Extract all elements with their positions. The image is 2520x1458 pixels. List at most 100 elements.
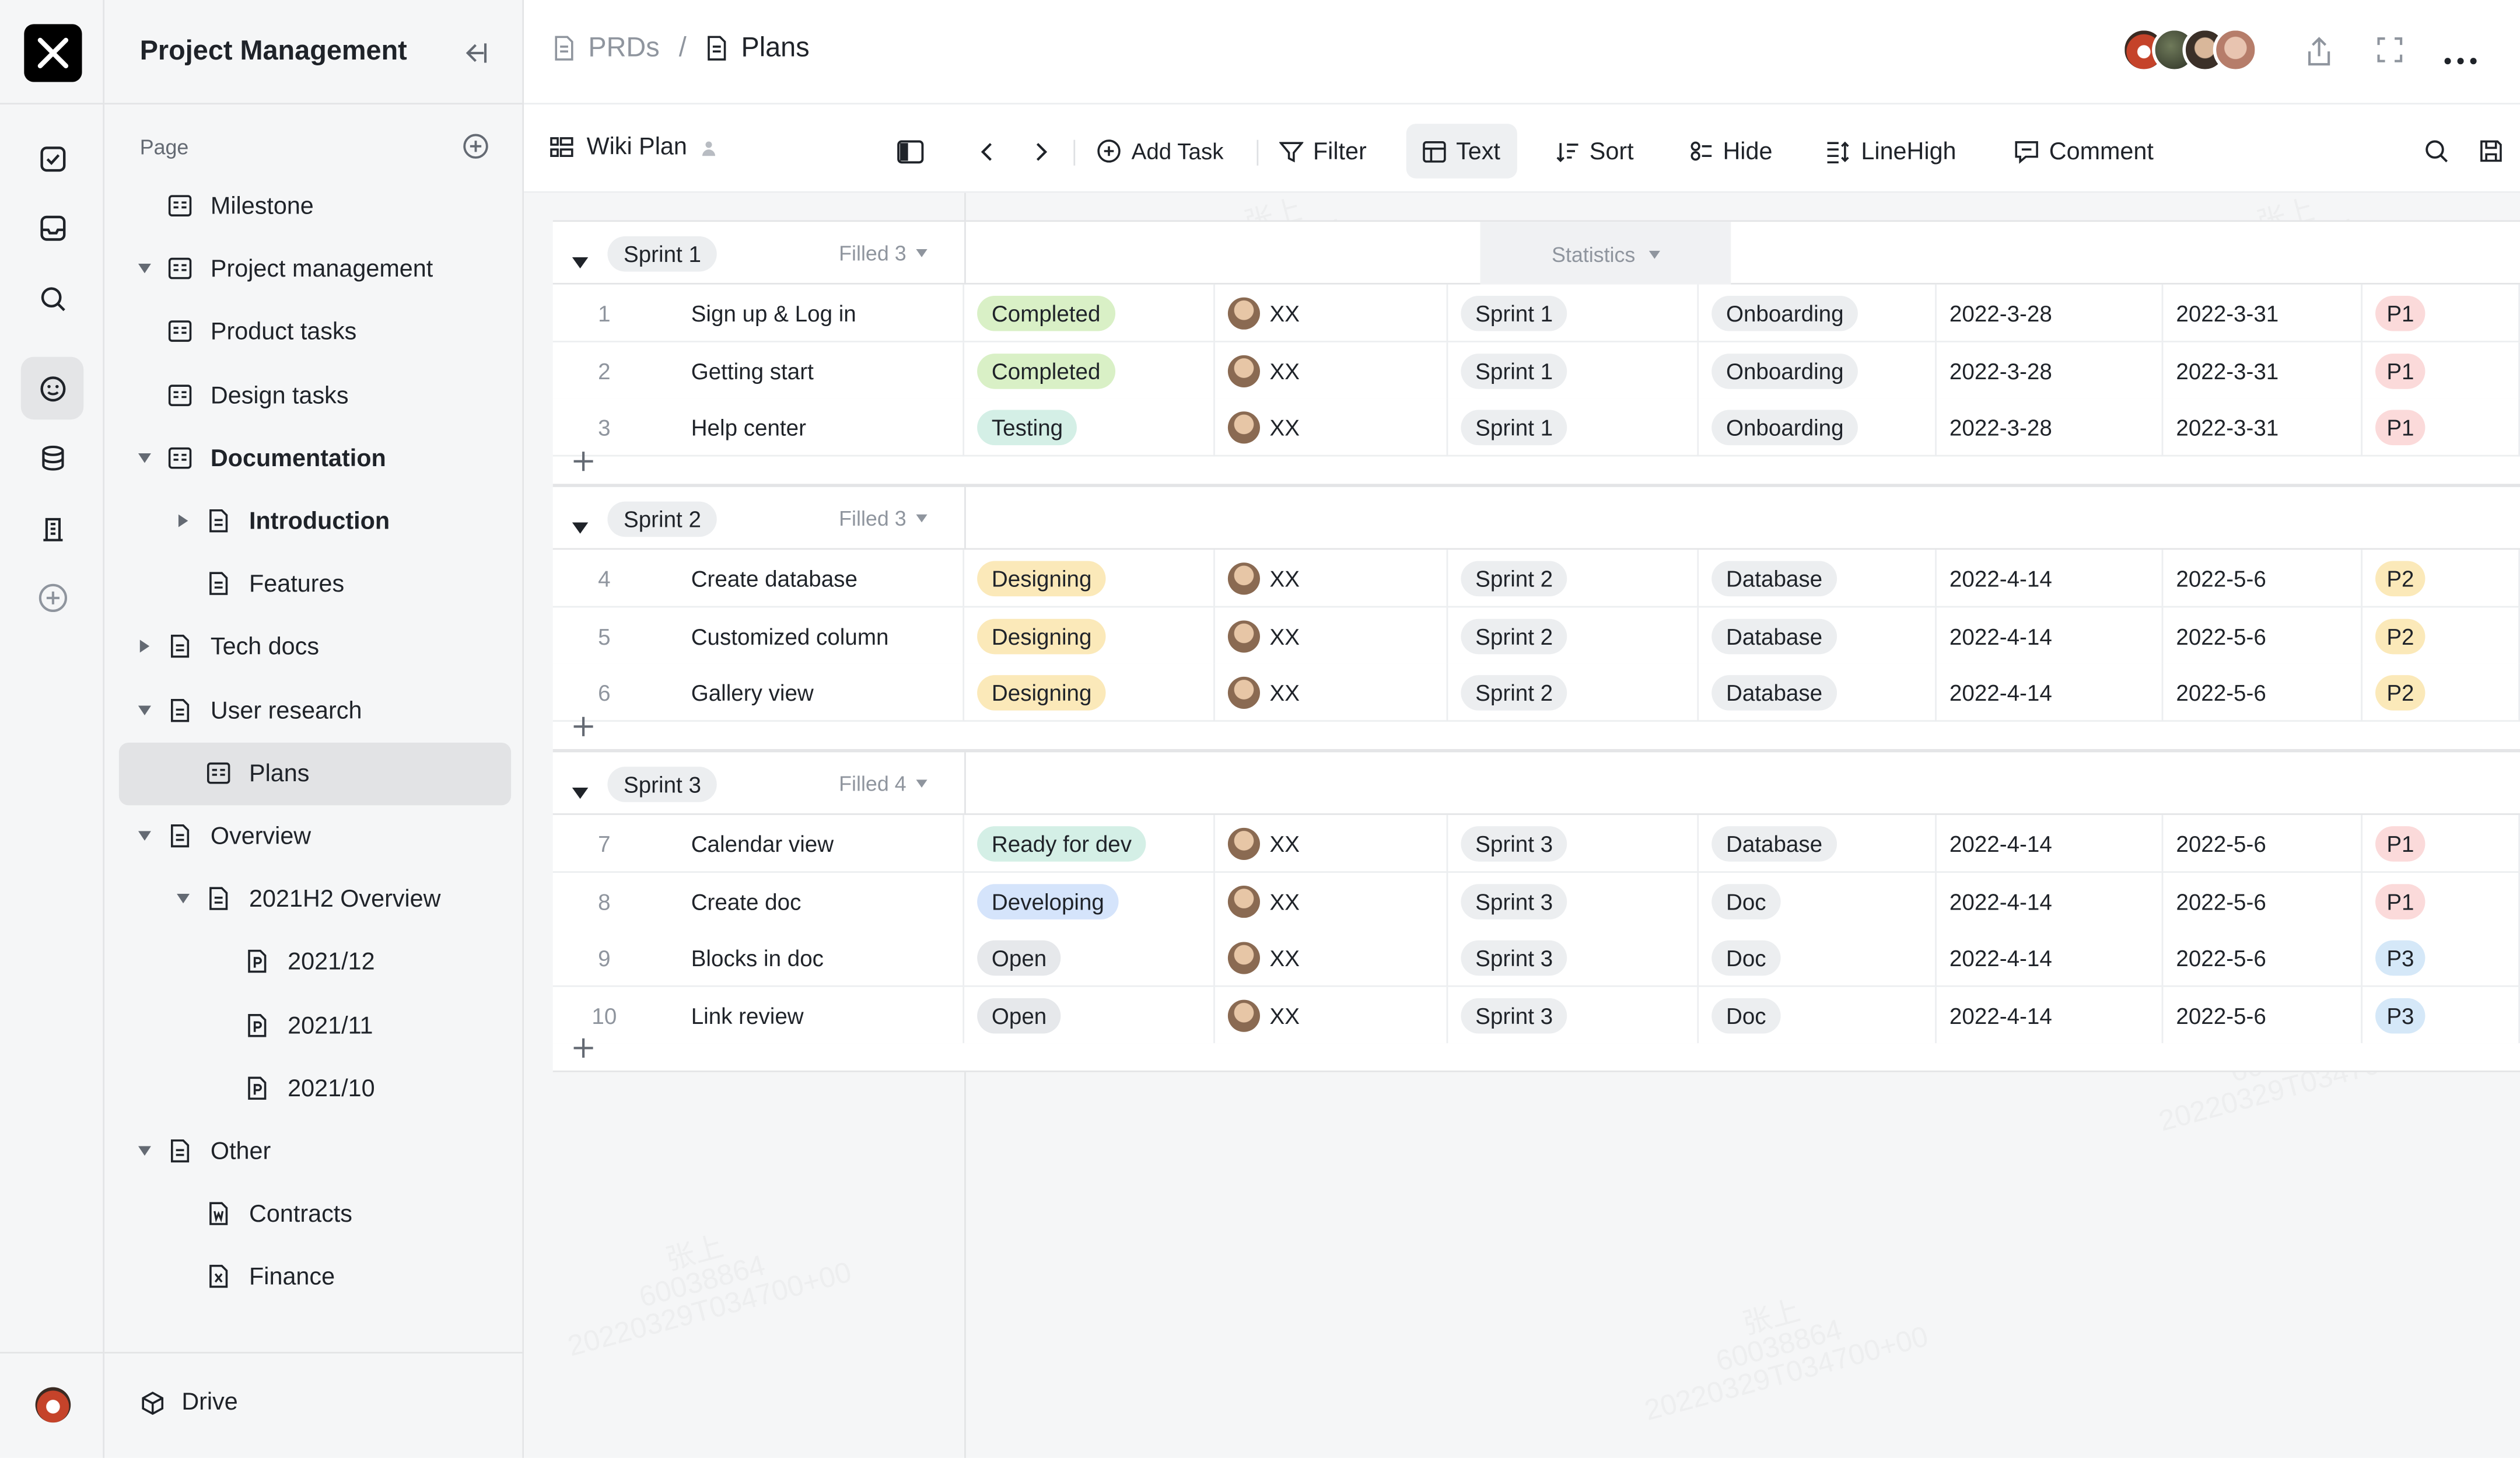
caret-right-icon[interactable] bbox=[138, 640, 151, 653]
caret-down-icon[interactable] bbox=[572, 513, 589, 542]
cell-module[interactable]: Onboarding bbox=[1699, 341, 1937, 400]
caret-down-icon[interactable] bbox=[138, 704, 151, 716]
cell-module[interactable]: Onboarding bbox=[1699, 398, 1937, 457]
cell-num[interactable]: 2 bbox=[553, 342, 656, 400]
sidebar-item-design-tasks[interactable]: Design tasks bbox=[119, 364, 511, 426]
cell-priority[interactable]: P1 bbox=[2362, 341, 2520, 400]
cell-module[interactable]: Doc bbox=[1699, 987, 1937, 1045]
sidebar-item-2021-11[interactable]: 2021/11 bbox=[119, 994, 511, 1057]
cell-sprint[interactable]: Sprint 3 bbox=[1448, 872, 1699, 931]
chevron-right-icon[interactable] bbox=[1019, 124, 1064, 179]
cell-owner[interactable]: XX bbox=[1215, 341, 1448, 400]
cell-status[interactable]: Completed bbox=[964, 341, 1215, 400]
smile-icon[interactable] bbox=[20, 356, 84, 420]
cell-status[interactable]: Open bbox=[964, 929, 1215, 988]
cell-end[interactable]: 2022-5-6 bbox=[2163, 550, 2362, 608]
add-page-icon[interactable] bbox=[461, 132, 491, 169]
cell-owner[interactable]: XX bbox=[1215, 929, 1448, 988]
text-button[interactable]: Text bbox=[1406, 124, 1517, 179]
cell-title[interactable]: Create doc bbox=[656, 872, 965, 931]
sidebar-item-2021-12[interactable]: 2021/12 bbox=[119, 931, 511, 994]
more-icon[interactable] bbox=[2443, 45, 2479, 74]
inbox-icon[interactable] bbox=[21, 196, 83, 258]
cell-title[interactable]: Help center bbox=[656, 398, 965, 457]
sidebar-item-tech-docs[interactable]: Tech docs bbox=[119, 616, 511, 679]
add-row[interactable] bbox=[552, 1039, 2520, 1073]
chevron-left-icon[interactable] bbox=[964, 124, 1009, 179]
filled-count[interactable]: Filled 3 bbox=[839, 506, 928, 530]
sidebar-item-finance[interactable]: Finance bbox=[119, 1246, 511, 1309]
caret-down-icon[interactable] bbox=[177, 893, 190, 905]
cell-num[interactable]: 9 bbox=[553, 929, 656, 987]
cell-end[interactable]: 2022-5-6 bbox=[2163, 664, 2362, 722]
cell-owner[interactable]: XX bbox=[1215, 607, 1448, 665]
cell-start[interactable]: 2022-3-28 bbox=[1937, 398, 2164, 457]
cell-sprint[interactable]: Sprint 2 bbox=[1448, 664, 1699, 722]
cell-title[interactable]: Calendar view bbox=[656, 814, 965, 873]
filled-count[interactable]: Filled 4 bbox=[839, 771, 928, 796]
table-row[interactable]: 2 Getting start Completed XX Sprint 1 Onboard… bbox=[552, 341, 2520, 400]
cell-title[interactable]: Link review bbox=[656, 987, 965, 1045]
cell-title[interactable]: Gallery view bbox=[656, 664, 965, 722]
cell-priority[interactable]: P2 bbox=[2362, 550, 2520, 608]
cell-status[interactable]: Completed bbox=[964, 284, 1215, 342]
fullscreen-icon[interactable] bbox=[2375, 36, 2404, 72]
sidebar-item-user-research[interactable]: User research bbox=[119, 679, 511, 742]
table-row[interactable]: 1 Sign up & Log in Completed XX Sprint 1 Onbo… bbox=[552, 284, 2520, 342]
cell-end[interactable]: 2022-5-6 bbox=[2163, 607, 2362, 665]
cell-title[interactable]: Getting start bbox=[656, 341, 965, 400]
cell-owner[interactable]: XX bbox=[1215, 664, 1448, 722]
cell-sprint[interactable]: Sprint 1 bbox=[1448, 398, 1699, 457]
group-header[interactable]: Sprint 1 Filled 3 Statistics bbox=[552, 220, 2520, 286]
statistics-dropdown[interactable]: Statistics bbox=[1480, 222, 1731, 286]
cell-status[interactable]: Ready for dev bbox=[964, 814, 1215, 873]
plus-icon[interactable] bbox=[572, 450, 595, 473]
sidebar-item-contracts[interactable]: Contracts bbox=[119, 1183, 511, 1246]
sidebar-item-other[interactable]: Other bbox=[119, 1120, 511, 1183]
cell-owner[interactable]: XX bbox=[1215, 398, 1448, 457]
sidebar-item-product-tasks[interactable]: Product tasks bbox=[119, 301, 511, 363]
app-logo[interactable] bbox=[24, 24, 82, 82]
cell-num[interactable]: 4 bbox=[553, 550, 656, 607]
caret-right-icon[interactable] bbox=[177, 514, 190, 527]
caret-down-icon[interactable] bbox=[138, 263, 151, 275]
cell-status[interactable]: Testing bbox=[964, 398, 1215, 457]
cell-num[interactable]: 7 bbox=[553, 815, 656, 873]
caret-down-icon[interactable] bbox=[138, 830, 151, 842]
cell-start[interactable]: 2022-3-28 bbox=[1937, 284, 2164, 342]
cell-sprint[interactable]: Sprint 1 bbox=[1448, 341, 1699, 400]
share-icon[interactable] bbox=[2305, 36, 2334, 76]
cell-owner[interactable]: XX bbox=[1215, 872, 1448, 931]
cell-status[interactable]: Developing bbox=[964, 872, 1215, 931]
cell-title[interactable]: Create database bbox=[656, 550, 965, 608]
cell-start[interactable]: 2022-4-14 bbox=[1937, 872, 2164, 931]
group-header[interactable]: Sprint 3 Filled 4 bbox=[552, 750, 2520, 817]
sort-button[interactable]: Sort bbox=[1539, 124, 1650, 179]
cell-sprint[interactable]: Sprint 2 bbox=[1448, 607, 1699, 665]
cell-end[interactable]: 2022-5-6 bbox=[2163, 987, 2362, 1045]
comment-button[interactable]: Comment bbox=[1998, 124, 2170, 179]
cell-sprint[interactable]: Sprint 3 bbox=[1448, 814, 1699, 873]
cell-sprint[interactable]: Sprint 2 bbox=[1448, 550, 1699, 608]
cell-title[interactable]: Blocks in doc bbox=[656, 929, 965, 988]
cell-module[interactable]: Doc bbox=[1699, 929, 1937, 988]
cell-num[interactable]: 10 bbox=[553, 987, 656, 1044]
cell-priority[interactable]: P1 bbox=[2362, 814, 2520, 873]
sidebar-item-features[interactable]: Features bbox=[119, 553, 511, 616]
cell-start[interactable]: 2022-4-14 bbox=[1937, 607, 2164, 665]
collaborator-avatars[interactable] bbox=[2121, 27, 2258, 72]
cell-num[interactable]: 3 bbox=[553, 399, 656, 457]
table-row[interactable]: 6 Gallery view Designing XX Sprint 2 Database… bbox=[552, 664, 2520, 722]
filled-count[interactable]: Filled 3 bbox=[839, 241, 928, 265]
cell-owner[interactable]: XX bbox=[1215, 987, 1448, 1045]
table-row[interactable]: 9 Blocks in doc Open XX Sprint 3 Doc 2022-4-14… bbox=[552, 929, 2520, 988]
cell-priority[interactable]: P1 bbox=[2362, 398, 2520, 457]
cell-priority[interactable]: P1 bbox=[2362, 284, 2520, 342]
cell-module[interactable]: Onboarding bbox=[1699, 284, 1937, 342]
search-icon[interactable] bbox=[21, 267, 83, 329]
cell-end[interactable]: 2022-3-31 bbox=[2163, 284, 2362, 342]
caret-down-icon[interactable] bbox=[138, 452, 151, 464]
cell-num[interactable]: 1 bbox=[553, 285, 656, 342]
add-workspace-icon[interactable] bbox=[21, 566, 83, 628]
sidebar-item-2021h2-overview[interactable]: 2021H2 Overview bbox=[119, 868, 511, 931]
